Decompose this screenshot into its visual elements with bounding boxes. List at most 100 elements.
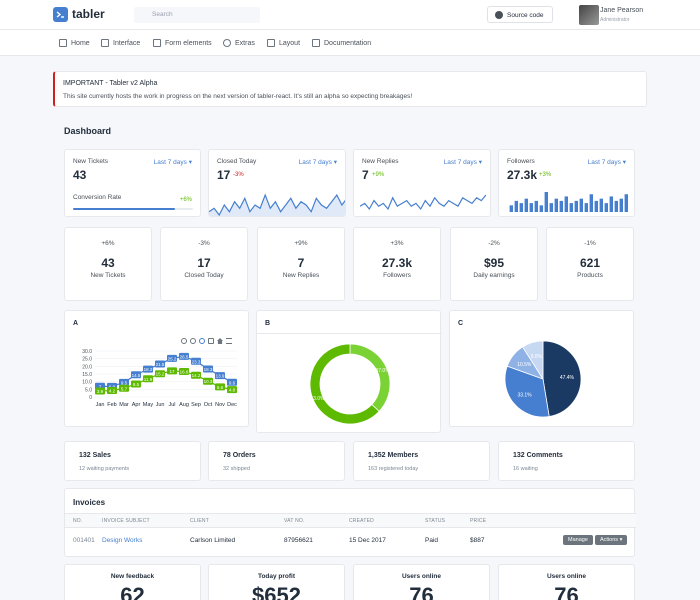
- nav-home[interactable]: Home: [59, 39, 90, 47]
- magnifier-icon[interactable]: [199, 338, 205, 344]
- range-dropdown[interactable]: Last 7 days ▾: [299, 158, 337, 166]
- invoice-subject-link[interactable]: Design Works: [102, 537, 142, 544]
- metric-label: New feedback: [65, 573, 200, 580]
- invoices-title: Invoices: [73, 498, 105, 507]
- line-chart-a: 05.010.015.020.025.030.0JanFebMarAprMayJ…: [65, 345, 250, 425]
- invoice-status: Paid: [425, 537, 438, 544]
- data-label: 5.7: [121, 386, 128, 391]
- stat-delta: -3%: [161, 240, 247, 247]
- conversion-rate-delta: +6%: [180, 197, 192, 203]
- stat-delta: +9%: [258, 240, 344, 247]
- spark-bar: [515, 201, 518, 212]
- kpi-label: Followers: [507, 158, 535, 165]
- stat-label: Followers: [354, 272, 440, 279]
- replies-sparkline: [360, 190, 486, 212]
- zoom-in-icon[interactable]: [181, 338, 187, 344]
- stat-card: +3%27.3kFollowers: [353, 227, 441, 301]
- data-label: 4.8: [229, 388, 236, 393]
- stat-delta: +6%: [65, 240, 151, 247]
- kpi-value: 7: [362, 168, 369, 182]
- search-input[interactable]: Search: [134, 7, 260, 23]
- data-label: 18.3: [204, 367, 213, 372]
- summary-card: 1,352 Members163 registered today: [353, 441, 490, 481]
- data-label: 15.2: [156, 372, 165, 377]
- brand-logo-icon[interactable]: [53, 7, 68, 22]
- metric-card: Users online76: [353, 564, 490, 600]
- spark-bar: [595, 201, 598, 212]
- metric-label: Today profit: [209, 573, 344, 580]
- pie-label: 9.0%: [531, 354, 543, 360]
- conversion-progress-fill: [73, 208, 175, 210]
- kpi-label: Closed Today: [217, 158, 256, 165]
- stat-label: Products: [547, 272, 633, 279]
- data-label: 3.9: [97, 389, 104, 394]
- spark-bar: [605, 203, 608, 212]
- x-tick-label: May: [143, 402, 154, 408]
- x-tick-label: Oct: [204, 402, 213, 408]
- actions-dropdown-button[interactable]: Actions ▾: [595, 535, 627, 545]
- data-label: 14.2: [192, 373, 201, 378]
- stat-delta: +3%: [354, 240, 440, 247]
- kpi-delta: +9%: [372, 172, 384, 178]
- nav-documentation[interactable]: Documentation: [312, 39, 371, 47]
- box-icon: [101, 39, 109, 47]
- nav-form-elements[interactable]: Form elements: [153, 39, 212, 47]
- chart-card-b: B 37.0%63.0%: [256, 310, 441, 433]
- stat-value: 43: [65, 256, 151, 270]
- spark-bar: [550, 203, 553, 212]
- spark-bar: [560, 201, 563, 212]
- kpi-delta: -3%: [233, 172, 244, 178]
- alert-banner: IMPORTANT - Tabler v2 Alpha This site cu…: [53, 71, 647, 107]
- range-dropdown[interactable]: Last 7 days ▾: [154, 158, 192, 166]
- pie-slice[interactable]: [350, 344, 390, 411]
- pan-hand-icon[interactable]: [208, 338, 214, 344]
- spark-bar: [520, 203, 523, 212]
- y-tick-label: 10.0: [82, 380, 92, 386]
- alert-title: IMPORTANT - Tabler v2 Alpha: [63, 80, 157, 87]
- invoice-client: Carlson Limited: [190, 537, 235, 544]
- spark-bar: [600, 199, 603, 212]
- chart-a-title: A: [73, 320, 78, 327]
- stat-value: 17: [161, 256, 247, 270]
- zoom-out-icon[interactable]: [190, 338, 196, 344]
- user-name[interactable]: Jane Pearson: [600, 7, 643, 14]
- invoice-no: 001401: [73, 537, 95, 544]
- source-code-button[interactable]: Source code: [487, 6, 553, 23]
- home-reset-icon[interactable]: [217, 338, 223, 344]
- nav-extras[interactable]: Extras: [223, 39, 255, 47]
- summary-subtitle: 12 waiting payments: [79, 466, 129, 472]
- chart-toolbar: [181, 338, 232, 344]
- data-label: 9.6: [229, 380, 236, 385]
- range-dropdown[interactable]: Last 7 days ▾: [588, 158, 626, 166]
- spark-bar: [615, 201, 618, 212]
- pie-label: 33.1%: [517, 392, 532, 398]
- x-tick-label: Jan: [96, 402, 105, 408]
- spark-bar: [535, 201, 538, 212]
- summary-title: 78 Orders: [223, 452, 256, 459]
- star-icon: [223, 39, 231, 47]
- col-vat: VAT NO.: [284, 518, 305, 524]
- range-dropdown[interactable]: Last 7 days ▾: [444, 158, 482, 166]
- avatar[interactable]: [579, 5, 599, 25]
- search-placeholder: Search: [152, 11, 173, 18]
- spark-bar: [555, 199, 558, 212]
- stat-value: 7: [258, 256, 344, 270]
- y-tick-label: 20.0: [82, 364, 92, 370]
- conversion-rate-label: Conversion Rate: [73, 194, 121, 201]
- metric-label: Users online: [499, 573, 634, 580]
- kpi-card-followers: Followers Last 7 days ▾ 27.3k +3%: [498, 149, 635, 217]
- pie-label: 10.5%: [517, 362, 532, 368]
- user-role: Administrator: [600, 17, 629, 23]
- stat-label: Daily earnings: [451, 272, 537, 279]
- spark-bar: [610, 196, 613, 212]
- brand-name[interactable]: tabler: [72, 7, 105, 21]
- data-label: 26.5: [180, 354, 189, 359]
- x-tick-label: Dec: [227, 402, 237, 408]
- menu-icon[interactable]: [226, 338, 232, 344]
- manage-button[interactable]: Manage: [563, 535, 593, 545]
- nav-interface[interactable]: Interface: [101, 39, 140, 47]
- y-tick-label: 5.0: [85, 387, 92, 393]
- home-icon: [59, 39, 67, 47]
- data-label: 25.2: [168, 356, 177, 361]
- nav-layout[interactable]: Layout: [267, 39, 300, 47]
